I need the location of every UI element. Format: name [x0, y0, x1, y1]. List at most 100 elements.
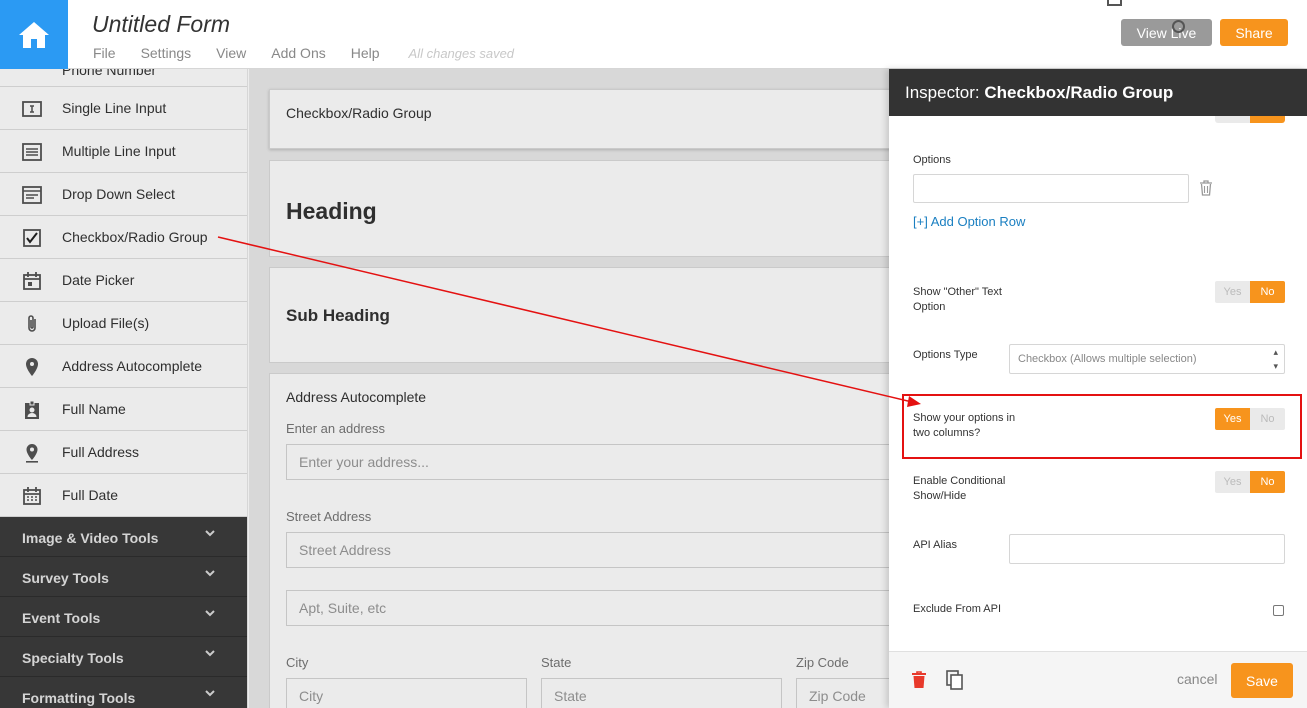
- menu-add-ons[interactable]: Add Ons: [271, 45, 325, 61]
- notebook-icon[interactable]: [1107, 0, 1122, 6]
- sidebar-item-multiple-line-input[interactable]: Multiple Line Input: [0, 130, 247, 173]
- inspector-title-prefix: Inspector:: [905, 83, 980, 102]
- category-image-video-tools[interactable]: Image & Video Tools: [0, 517, 247, 557]
- sidebar-item-label: Checkbox/Radio Group: [62, 229, 208, 245]
- field-label: Checkbox/Radio Group: [286, 105, 432, 121]
- api-alias-input[interactable]: [1009, 534, 1285, 564]
- select-arrows-icon: ▴ ▾: [1273, 347, 1278, 371]
- menu-file[interactable]: File: [93, 45, 116, 61]
- category-formatting-tools[interactable]: Formatting Tools: [0, 677, 247, 708]
- enter-address-label: Enter an address: [286, 421, 386, 436]
- chevron-down-icon: [205, 690, 215, 697]
- sidebar-item-label: Date Picker: [62, 272, 135, 288]
- menu-bar: File Settings View Add Ons Help All chan…: [93, 45, 539, 61]
- field-label: Address Autocomplete: [286, 389, 427, 405]
- checkbox-radio-group-field[interactable]: Checkbox/Radio Group: [269, 89, 889, 149]
- id-badge-icon: [25, 400, 39, 419]
- sub-heading-text: Sub Heading: [286, 306, 390, 325]
- city-input[interactable]: City: [286, 678, 527, 708]
- apt-suite-input[interactable]: Apt, Suite, etc: [286, 590, 889, 626]
- trash-icon[interactable]: [1199, 180, 1213, 196]
- sidebar-item-label: Full Address: [62, 444, 140, 460]
- options-label: Options: [913, 154, 951, 166]
- toggle-no[interactable]: No: [1250, 471, 1285, 493]
- toggle-yes[interactable]: Yes: [1215, 408, 1250, 430]
- calendar-icon: [23, 487, 41, 505]
- cancel-button[interactable]: cancel: [1177, 671, 1217, 687]
- menu-settings[interactable]: Settings: [141, 45, 192, 61]
- address-autocomplete-field[interactable]: Address Autocomplete Enter an address En…: [269, 373, 889, 708]
- options-type-label: Options Type: [913, 349, 978, 361]
- toggle-yes[interactable]: Yes: [1215, 281, 1250, 303]
- category-label: Image & Video Tools: [22, 530, 159, 546]
- form-title[interactable]: Untitled Form: [92, 11, 230, 38]
- chevron-down-icon: [205, 570, 215, 577]
- option-row-input[interactable]: [913, 174, 1189, 203]
- sidebar-item-date-picker[interactable]: Date Picker: [0, 259, 247, 302]
- category-label: Specialty Tools: [22, 650, 124, 666]
- menu-help[interactable]: Help: [351, 45, 380, 61]
- conditional-toggle[interactable]: Yes No: [1215, 471, 1285, 493]
- field-toolbox-sidebar: Phone Number Single Line Input Multiple …: [0, 69, 248, 708]
- sub-heading-field[interactable]: Sub Heading: [269, 267, 889, 363]
- sidebar-item-label: Multiple Line Input: [62, 143, 176, 159]
- save-status: All changes saved: [408, 46, 515, 61]
- exclude-api-checkbox[interactable]: [1273, 605, 1284, 616]
- delete-field-icon[interactable]: [911, 671, 927, 689]
- toggle-no[interactable]: No: [1250, 408, 1285, 430]
- sidebar-item-label: Upload File(s): [62, 315, 150, 331]
- save-button[interactable]: Save: [1231, 663, 1293, 698]
- sidebar-item-checkbox-radio-group[interactable]: Checkbox/Radio Group: [0, 216, 247, 259]
- menu-view[interactable]: View: [216, 45, 246, 61]
- heading-text: Heading: [286, 198, 377, 224]
- location-pin-icon: [26, 358, 38, 376]
- sidebar-item-drop-down-select[interactable]: Drop Down Select: [0, 173, 247, 216]
- toggle-yes[interactable]: Yes: [1215, 471, 1250, 493]
- street-address-input[interactable]: Street Address: [286, 532, 889, 568]
- textarea-icon: [22, 143, 42, 161]
- calendar-icon: [23, 272, 41, 290]
- partial-toggle[interactable]: [1215, 116, 1285, 123]
- view-live-button[interactable]: View Live: [1121, 19, 1212, 46]
- sidebar-item-label: Full Name: [62, 401, 126, 417]
- inspector-title: Inspector: Checkbox/Radio Group: [889, 69, 1307, 116]
- sidebar-item-phone-number[interactable]: Phone Number: [0, 69, 247, 87]
- conditional-label: Enable Conditional Show/Hide: [913, 475, 1006, 502]
- sidebar-item-full-name[interactable]: Full Name: [0, 388, 247, 431]
- category-label: Survey Tools: [22, 570, 109, 586]
- category-survey-tools[interactable]: Survey Tools: [0, 557, 247, 597]
- form-canvas: Checkbox/Radio Group Heading Sub Heading…: [249, 69, 889, 708]
- sidebar-item-label: Drop Down Select: [62, 186, 175, 202]
- category-specialty-tools[interactable]: Specialty Tools: [0, 637, 247, 677]
- sidebar-item-label: Full Date: [62, 487, 119, 503]
- enter-address-input[interactable]: Enter your address...: [286, 444, 889, 480]
- category-event-tools[interactable]: Event Tools: [0, 597, 247, 637]
- chevron-down-icon: [205, 650, 215, 657]
- add-option-row-link[interactable]: [+] Add Option Row: [913, 214, 1025, 229]
- home-button[interactable]: [0, 0, 68, 69]
- show-other-toggle[interactable]: Yes No: [1215, 281, 1285, 303]
- two-columns-toggle[interactable]: Yes No: [1215, 408, 1285, 430]
- toggle-no[interactable]: No: [1250, 281, 1285, 303]
- sidebar-item-label: Address Autocomplete: [62, 358, 203, 374]
- category-label: Formatting Tools: [22, 690, 136, 706]
- sidebar-item-upload-files[interactable]: Upload File(s): [0, 302, 247, 345]
- sidebar-item-single-line-input[interactable]: Single Line Input: [0, 87, 247, 130]
- inspector-title-name: Checkbox/Radio Group: [984, 83, 1174, 102]
- options-type-select[interactable]: Checkbox (Allows multiple selection) ▴ ▾: [1009, 344, 1285, 374]
- inspector-panel: Inspector: Checkbox/Radio Group Options …: [889, 69, 1307, 708]
- heading-field[interactable]: Heading: [269, 160, 889, 257]
- zip-code-input[interactable]: Zip Code: [796, 678, 889, 708]
- share-button[interactable]: Share: [1220, 19, 1288, 46]
- options-type-value: Checkbox (Allows multiple selection): [1018, 353, 1197, 365]
- duplicate-field-icon[interactable]: [946, 670, 964, 690]
- sidebar-item-label: Single Line Input: [62, 100, 167, 116]
- sidebar-item-address-autocomplete[interactable]: Address Autocomplete: [0, 345, 247, 388]
- two-columns-label: Show your options in two columns?: [913, 412, 1016, 439]
- state-label: State: [541, 655, 572, 670]
- sidebar-item-full-address[interactable]: Full Address: [0, 431, 247, 474]
- api-alias-label: API Alias: [913, 539, 958, 551]
- sidebar-item-full-date[interactable]: Full Date: [0, 474, 247, 517]
- state-input[interactable]: State: [541, 678, 782, 708]
- category-label: Event Tools: [22, 610, 101, 626]
